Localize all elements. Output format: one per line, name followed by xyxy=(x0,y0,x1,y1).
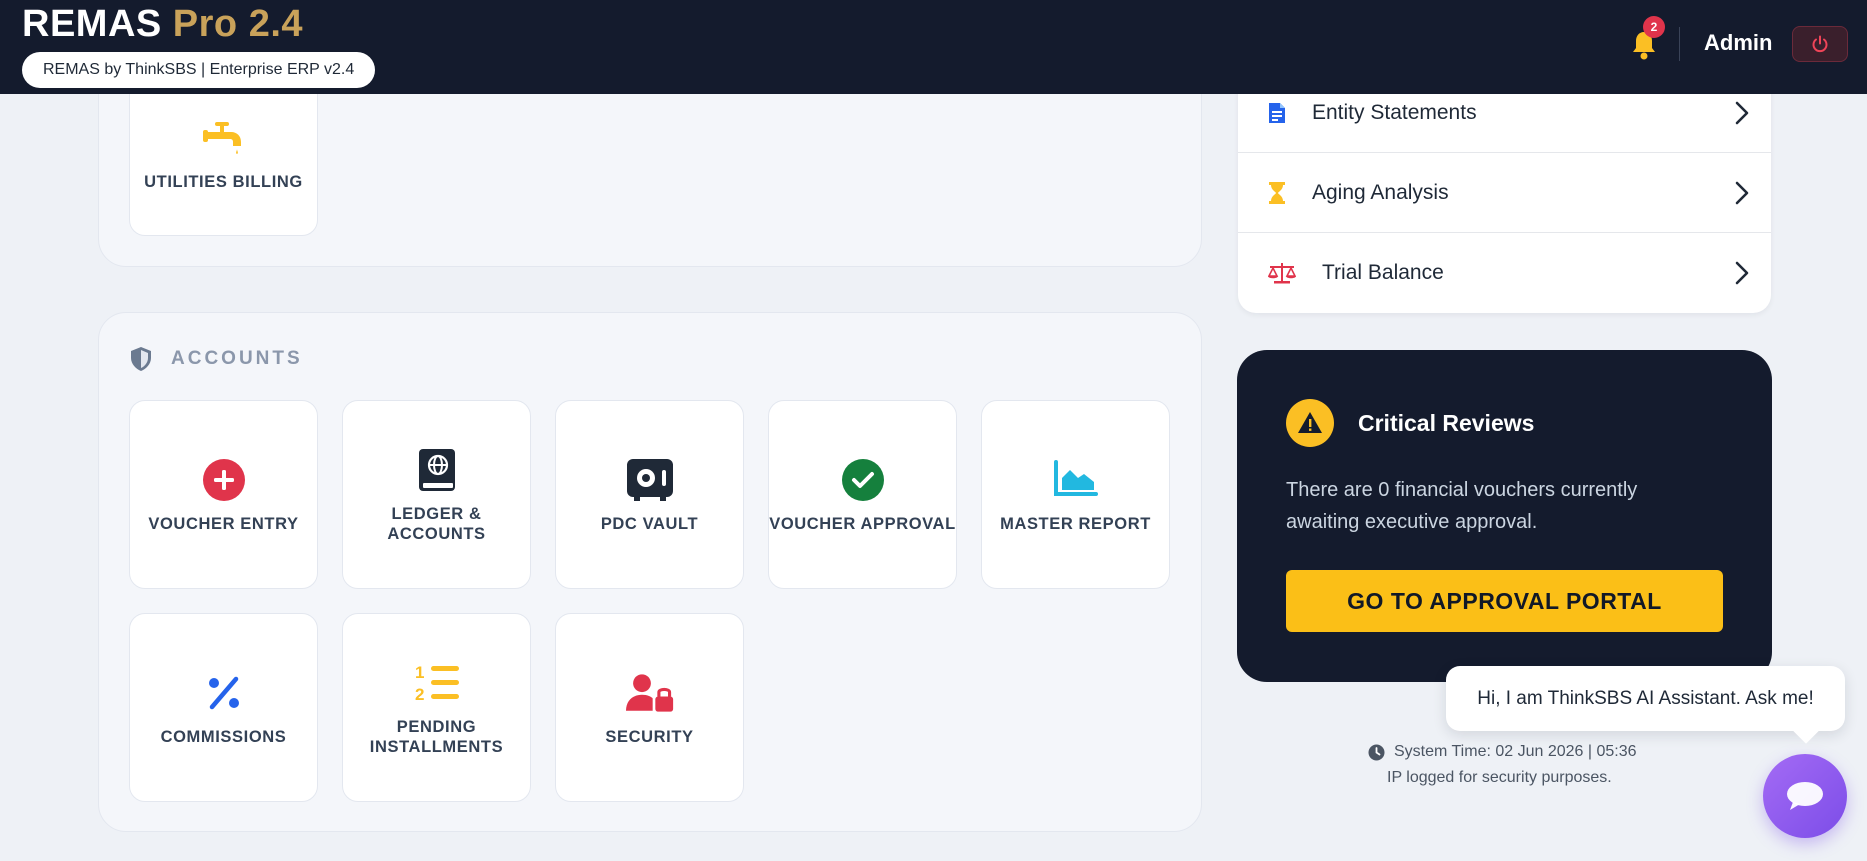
approval-portal-button[interactable]: GO TO APPROVAL PORTAL xyxy=(1286,570,1723,632)
accounts-section-header: ACCOUNTS xyxy=(129,346,303,372)
chevron-right-icon xyxy=(1735,261,1749,285)
list-item-aging-analysis[interactable]: Aging Analysis xyxy=(1238,153,1771,233)
area-chart-icon xyxy=(1052,456,1100,504)
topbar-divider xyxy=(1679,27,1680,61)
tile-pending-installments[interactable]: 12 PENDING INSTALLMENTS xyxy=(342,613,531,802)
critical-reviews-card: Critical Reviews There are 0 financial v… xyxy=(1237,350,1772,682)
svg-text:1: 1 xyxy=(415,663,424,682)
tile-label: VOUCHER ENTRY xyxy=(148,514,299,533)
ip-log-note: IP logged for security purposes. xyxy=(1387,769,1612,786)
tile-commissions[interactable]: COMMISSIONS xyxy=(129,613,318,802)
tile-label: UTILITIES BILLING xyxy=(144,173,303,191)
user-lock-icon xyxy=(625,669,674,717)
vault-icon xyxy=(626,456,674,504)
plus-circle-icon xyxy=(200,456,248,504)
hourglass-icon xyxy=(1262,181,1292,204)
chat-assistant-button[interactable] xyxy=(1763,754,1847,838)
tile-label: PDC VAULT xyxy=(600,514,699,533)
user-name[interactable]: Admin xyxy=(1704,30,1772,56)
chevron-right-icon xyxy=(1735,101,1749,125)
top-bar: REMAS Pro 2.4 REMAS by ThinkSBS | Enterp… xyxy=(0,0,1867,94)
numbered-list-icon: 12 xyxy=(413,659,461,707)
list-item-label: Aging Analysis xyxy=(1312,180,1449,204)
faucet-icon xyxy=(200,114,248,162)
tile-label: PENDING INSTALLMENTS xyxy=(369,717,504,756)
tile-voucher-approval[interactable]: VOUCHER APPROVAL xyxy=(768,400,957,589)
system-time: System Time: 02 Jun 2026 | 05:36 xyxy=(1368,743,1637,761)
critical-reviews-message: There are 0 financial vouchers currently… xyxy=(1286,479,1638,533)
chat-greeting-bubble[interactable]: Hi, I am ThinkSBS AI Assistant. Ask me! xyxy=(1446,666,1845,731)
shield-icon xyxy=(131,347,151,371)
tile-label: VOUCHER APPROVAL xyxy=(769,514,956,533)
book-icon xyxy=(413,446,461,494)
chevron-right-icon xyxy=(1735,181,1749,205)
system-time-text: System Time: 02 Jun 2026 | 05:36 xyxy=(1394,743,1637,760)
brand-logo[interactable]: REMAS Pro 2.4 xyxy=(22,2,303,46)
list-item-label: Entity Statements xyxy=(1312,100,1477,124)
svg-text:2: 2 xyxy=(415,685,424,704)
tile-ledger-accounts[interactable]: LEDGER & ACCOUNTS xyxy=(342,400,531,589)
percent-icon xyxy=(200,669,248,717)
brand-subtitle: REMAS by ThinkSBS | Enterprise ERP v2.4 xyxy=(22,52,376,88)
logout-button[interactable] xyxy=(1792,26,1848,62)
brand-version: Pro 2.4 xyxy=(172,3,304,45)
scale-icon xyxy=(1262,262,1302,284)
reports-list-card: Entity Statements Aging Analysis Trial B… xyxy=(1238,70,1771,313)
accounts-section: ACCOUNTS VOUCHER ENTRY LEDGER & ACCOUNTS… xyxy=(98,312,1202,832)
clock-icon xyxy=(1368,744,1385,760)
tile-label: LEDGER & ACCOUNTS xyxy=(387,504,486,543)
critical-reviews-title: Critical Reviews xyxy=(1358,410,1535,436)
tile-label: SECURITY xyxy=(605,727,694,746)
list-item-trial-balance[interactable]: Trial Balance xyxy=(1238,233,1771,313)
tile-master-report[interactable]: MASTER REPORT xyxy=(981,400,1170,589)
power-icon xyxy=(1812,35,1828,53)
document-icon xyxy=(1262,102,1292,124)
chat-icon xyxy=(1787,782,1823,810)
brand-name: REMAS xyxy=(22,3,162,45)
notification-badge: 2 xyxy=(1643,16,1665,38)
list-item-label: Trial Balance xyxy=(1322,261,1444,284)
tile-label: MASTER REPORT xyxy=(1000,514,1151,533)
section-title: ACCOUNTS xyxy=(171,348,303,369)
tile-voucher-entry[interactable]: VOUCHER ENTRY xyxy=(129,400,318,589)
tile-pdc-vault[interactable]: PDC VAULT xyxy=(555,400,744,589)
warning-icon xyxy=(1286,399,1334,447)
tile-label: COMMISSIONS xyxy=(160,727,287,746)
tile-security[interactable]: SECURITY xyxy=(555,613,744,802)
check-circle-icon xyxy=(839,456,887,504)
